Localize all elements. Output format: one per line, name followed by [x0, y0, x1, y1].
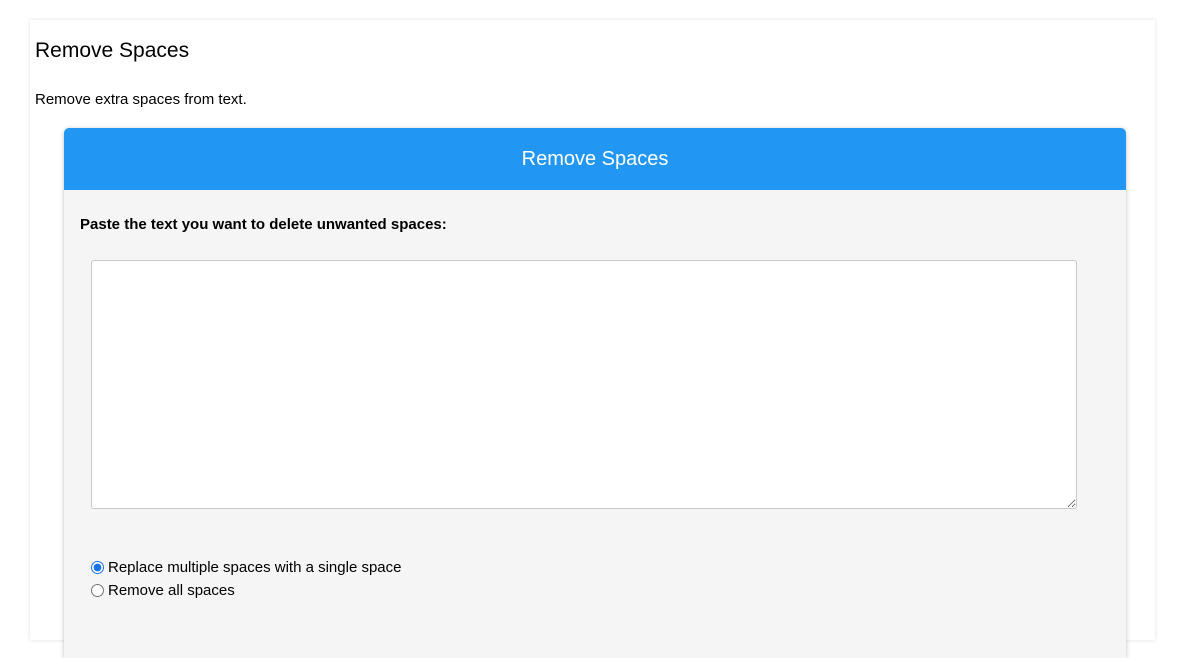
text-input[interactable] — [91, 260, 1077, 509]
radio-remove-all[interactable] — [91, 584, 104, 597]
option-replace-multiple[interactable]: Replace multiple spaces with a single sp… — [91, 556, 402, 579]
page-title: Remove Spaces — [35, 39, 190, 62]
page-description: Remove extra spaces from text. — [35, 91, 247, 108]
option-label: Remove all spaces — [108, 582, 235, 599]
remove-spaces-tool: Remove Spaces Paste the text you want to… — [64, 128, 1126, 658]
option-label: Replace multiple spaces with a single sp… — [108, 559, 402, 576]
tool-header: Remove Spaces — [64, 128, 1126, 190]
option-remove-all[interactable]: Remove all spaces — [91, 579, 402, 602]
input-label: Paste the text you want to delete unwant… — [80, 216, 447, 233]
options-group: Replace multiple spaces with a single sp… — [91, 556, 402, 602]
page-container: Remove Spaces Remove extra spaces from t… — [30, 20, 1155, 658]
radio-replace-multiple[interactable] — [91, 561, 104, 574]
